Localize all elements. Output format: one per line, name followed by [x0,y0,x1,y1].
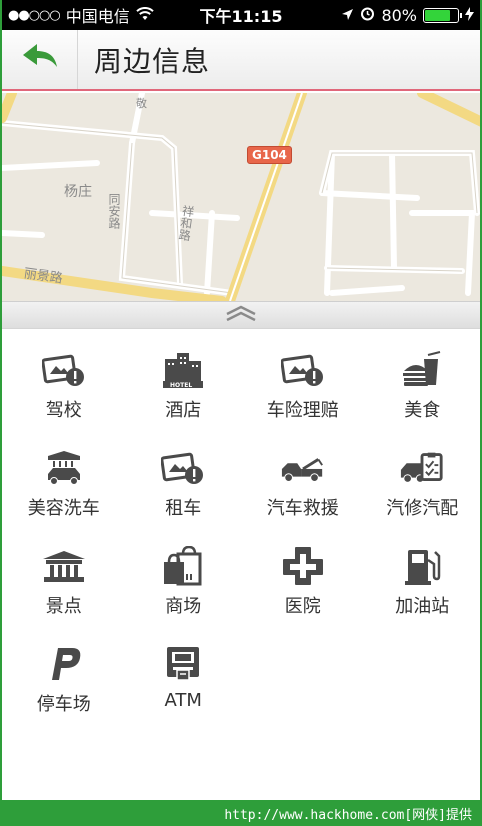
category-item-attraction[interactable]: 景点 [4,526,124,624]
alarm-clock-icon [360,6,375,25]
category-item-insurance-claim[interactable]: 车险理赔 [243,330,363,428]
atm-icon [160,644,206,684]
category-label: 停车场 [36,694,91,715]
wifi-icon [136,6,154,25]
app-frame: ●●○○○ 中国电信 下午11:15 80% 周边信息 杨庄 同安路 丽景路 祥… [0,0,482,826]
driving-school-icon [41,350,87,390]
shopping-mall-icon [160,546,206,586]
category-item-shopping-mall[interactable]: 商场 [124,526,244,624]
category-label: 汽车救援 [266,498,339,519]
watermark-footer: http://www.hackhome.com[网侠]提供 [0,800,482,826]
category-label: 美食 [404,400,441,421]
category-item-car-rental[interactable]: 租车 [124,428,244,526]
signal-strength-icon: ●●○○○ [8,7,61,23]
car-repair-icon [399,448,445,488]
category-item-gas-station[interactable]: 加油站 [363,526,481,624]
hospital-icon [280,546,326,586]
category-item-driving-school[interactable]: 驾校 [4,330,124,428]
map-view[interactable]: 杨庄 同安路 丽景路 祥和路 敬 G104 [2,93,480,301]
charging-icon [465,6,474,25]
hotel-icon: HOTEL [160,350,206,390]
category-item-atm[interactable]: ATM [124,624,244,722]
map-label-jing: 敬 [136,97,147,110]
car-rental-icon [160,448,206,488]
food-icon [399,350,445,390]
insurance-claim-icon [280,350,326,390]
category-item-parking[interactable]: 停车场 [4,624,124,722]
back-button[interactable] [2,30,78,89]
category-label: 美容洗车 [27,498,100,519]
double-chevron-up-icon [225,305,257,325]
status-bar: ●●○○○ 中国电信 下午11:15 80% [2,0,480,30]
category-label: 景点 [45,596,82,617]
nav-header: 周边信息 [2,30,480,91]
category-label: 医院 [284,596,321,617]
svg-text:HOTEL: HOTEL [170,382,192,389]
category-item-car-wash[interactable]: 美容洗车 [4,428,124,526]
tow-truck-icon [280,448,326,488]
attraction-icon [41,546,87,586]
parking-icon [41,644,87,684]
category-grid: 驾校 HOTEL 酒店 车险理赔 美食美容洗车 租车 汽车救援 汽修汽配景点 商场 医院 加油站停车… [4,330,481,722]
category-label: 酒店 [165,400,202,421]
category-label: 车险理赔 [266,400,339,421]
category-label: ATM [164,690,202,711]
panel-toggle-handle[interactable] [2,301,480,329]
back-arrow-icon [21,43,59,77]
map-label-yangzhuang: 杨庄 [64,184,92,200]
category-label: 商场 [165,596,202,617]
battery-percent: 80% [381,5,417,25]
gas-station-icon [399,546,445,586]
car-wash-icon [41,448,87,488]
battery-icon [423,7,462,23]
category-item-hotel[interactable]: HOTEL 酒店 [124,330,244,428]
category-label: 租车 [165,498,202,519]
road-badge-g104: G104 [247,146,292,164]
location-arrow-icon [341,6,354,25]
carrier-name: 中国电信 [65,7,130,26]
category-label: 加油站 [395,596,450,617]
category-item-car-repair[interactable]: 汽修汽配 [363,428,481,526]
category-item-hospital[interactable]: 医院 [243,526,363,624]
category-label: 汽修汽配 [386,498,459,519]
page-title: 周边信息 [94,44,211,78]
category-label: 驾校 [45,400,82,421]
category-item-tow-truck[interactable]: 汽车救援 [243,428,363,526]
category-item-food[interactable]: 美食 [363,330,481,428]
map-label-tongan-road: 同安路 [107,193,121,229]
